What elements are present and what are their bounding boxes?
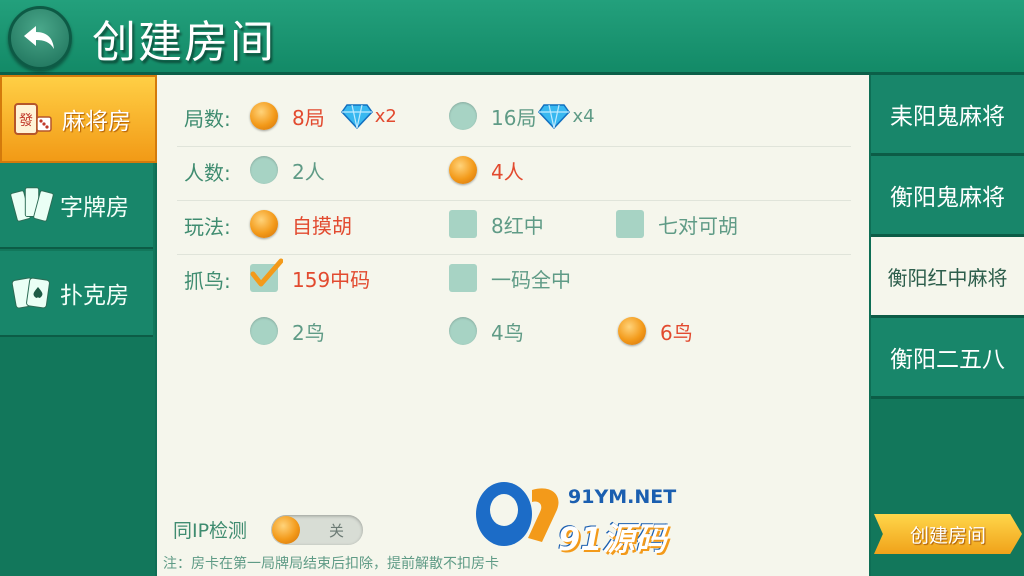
- option-label: 2人: [292, 159, 325, 184]
- option-label: 七对可胡: [658, 213, 738, 238]
- bird-option-159[interactable]: 159中码: [250, 258, 371, 295]
- bird-count-2[interactable]: 2鸟: [250, 314, 325, 348]
- poker-cards-icon: [10, 271, 54, 315]
- nav-zipai-room[interactable]: 字牌房: [0, 163, 153, 249]
- variant-hengyang-258[interactable]: 衡阳二五八: [871, 318, 1024, 399]
- watermark-url: 91YM.NET: [568, 486, 677, 508]
- radio-button[interactable]: [449, 156, 477, 184]
- back-button[interactable]: [8, 6, 72, 70]
- variant-label: 耒阳鬼麻将: [890, 104, 1005, 130]
- row-divider: [177, 146, 851, 147]
- diamond-icon: [340, 103, 373, 129]
- diamond-icon: [538, 103, 571, 129]
- page-title: 创建房间: [92, 17, 276, 68]
- rule-option-zimohu[interactable]: 自摸胡: [250, 207, 352, 241]
- sidebar-empty-area: [0, 338, 153, 576]
- variant-label: 衡阳红中麻将: [887, 265, 1008, 290]
- nav-label: 字牌房: [60, 195, 129, 221]
- option-label: 6鸟: [660, 320, 693, 345]
- zipai-cards-icon: [10, 183, 54, 227]
- option-label: 16局: [491, 105, 537, 130]
- radio-button[interactable]: [250, 156, 278, 184]
- option-label: 4鸟: [491, 320, 524, 345]
- nav-label: 扑克房: [60, 283, 129, 309]
- bird-count-6[interactable]: 6鸟: [618, 314, 693, 348]
- rounds-option-16[interactable]: 16局 x4: [449, 99, 595, 133]
- players-label: 人数:: [184, 161, 231, 185]
- bird-count-4[interactable]: 4鸟: [449, 314, 524, 348]
- checkbox[interactable]: [449, 264, 477, 292]
- radio-button[interactable]: [250, 102, 278, 130]
- option-label: 8局: [292, 105, 325, 130]
- top-bar: 创建房间: [0, 0, 1024, 75]
- players-option-2[interactable]: 2人: [250, 153, 325, 187]
- mahjong-tile-icon: 發: [12, 97, 56, 141]
- variant-label: 衡阳鬼麻将: [890, 185, 1005, 211]
- radio-button[interactable]: [449, 317, 477, 345]
- checkbox[interactable]: [250, 258, 283, 292]
- radio-button[interactable]: [250, 210, 278, 238]
- variant-hengyang-gui[interactable]: 衡阳鬼麻将: [871, 156, 1024, 237]
- bird-option-yimaquanzhong[interactable]: 一码全中: [449, 261, 571, 295]
- cost-multiplier: x2: [374, 105, 397, 127]
- row-divider: [177, 254, 851, 255]
- checkbox[interactable]: [616, 210, 644, 238]
- option-label: 159中码: [292, 267, 371, 292]
- ip-check-label: 同IP检测: [173, 520, 248, 542]
- svg-text:發: 發: [19, 113, 33, 129]
- variant-leiyang-gui[interactable]: 耒阳鬼麻将: [871, 75, 1024, 156]
- create-room-button[interactable]: 创建房间: [874, 514, 1022, 554]
- toggle-state: 关: [329, 522, 345, 540]
- option-label: 2鸟: [292, 320, 325, 345]
- nav-label: 麻将房: [62, 109, 131, 135]
- option-label: 一码全中: [491, 267, 571, 292]
- back-arrow-icon: [24, 26, 54, 49]
- option-label: 自摸胡: [292, 213, 352, 238]
- rounds-label: 局数:: [184, 107, 231, 131]
- players-option-4[interactable]: 4人: [449, 153, 524, 187]
- option-label: 4人: [491, 159, 524, 184]
- nav-poker-room[interactable]: 扑克房: [0, 251, 153, 337]
- rounds-option-8[interactable]: 8局 x2: [250, 99, 397, 133]
- nav-mahjong-room[interactable]: 發 麻将房: [0, 75, 157, 163]
- radio-button[interactable]: [618, 317, 646, 345]
- radio-button[interactable]: [449, 102, 477, 130]
- variant-label: 衡阳二五八: [890, 347, 1005, 373]
- watermark-name: 91源码: [558, 520, 667, 558]
- row-divider: [177, 200, 851, 201]
- rule-option-qiduikehu[interactable]: 七对可胡: [616, 207, 738, 241]
- rules-label: 玩法:: [184, 215, 231, 239]
- checkmark-icon: [250, 258, 283, 287]
- variant-hengyang-hongzhong[interactable]: 衡阳红中麻将: [871, 237, 1024, 318]
- option-label: 8红中: [491, 213, 544, 238]
- rule-option-8hongzhong[interactable]: 8红中: [449, 207, 544, 241]
- birds-label: 抓鸟:: [184, 269, 231, 293]
- radio-button[interactable]: [250, 317, 278, 345]
- cost-multiplier: x4: [572, 105, 595, 127]
- toggle-knob: [272, 516, 300, 544]
- ip-check-toggle[interactable]: 关: [271, 515, 363, 545]
- checkbox[interactable]: [449, 210, 477, 238]
- room-card-note: 注：房卡在第一局牌局结束后扣除，提前解散不扣房卡: [163, 556, 499, 572]
